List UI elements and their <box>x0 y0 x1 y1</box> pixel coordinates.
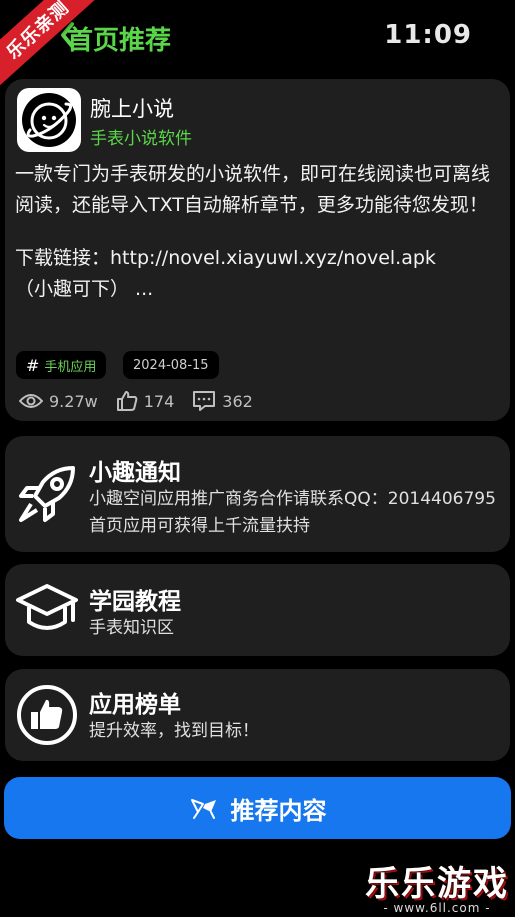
graduation-cap-icon <box>16 584 78 630</box>
comment-icon <box>193 391 216 411</box>
tutorial-text: 手表知识区 <box>89 618 174 638</box>
thumbs-up-icon <box>17 685 77 745</box>
app-subtitle: 手表小说软件 <box>90 129 192 149</box>
recommend-button[interactable]: 推荐内容 <box>4 777 511 839</box>
category-tag-label: 手机应用 <box>44 359 97 375</box>
clock: 11:09 <box>384 20 472 50</box>
comments-stat[interactable]: 362 <box>192 390 253 412</box>
download-note: （小趣可下） ... <box>15 278 154 300</box>
tutorial-card[interactable]: 学园教程 手表知识区 <box>5 564 510 656</box>
app-stats: 9.27w 174 362 <box>19 389 271 413</box>
site-watermark: 乐乐游戏 - www.6ll.com - <box>365 865 509 915</box>
app-name: 腕上小说 <box>90 97 174 121</box>
likes-stat[interactable]: 174 <box>116 390 175 412</box>
rocket-icon <box>19 466 75 522</box>
views-count: 9.27w <box>49 391 98 411</box>
watermark-text: 乐乐游戏 <box>365 864 509 904</box>
notice-card[interactable]: 小趣通知 小趣空间应用推广商务合作请联系QQ：2014406795 首页应用可获… <box>5 436 510 552</box>
eye-icon <box>19 394 43 408</box>
download-link[interactable]: 下载链接：http://novel.xiayuwl.xyz/novel.apk <box>15 243 503 274</box>
planet-logo-icon <box>22 93 76 147</box>
notice-title: 小趣通知 <box>89 460 181 486</box>
tutorial-title: 学园教程 <box>89 589 181 615</box>
date-tag: 2024-08-15 <box>123 351 219 379</box>
ranking-card[interactable]: 应用榜单 提升效率，找到目标！ <box>5 669 510 761</box>
recommend-button-label: 推荐内容 <box>230 796 327 825</box>
app-card[interactable]: 腕上小说 手表小说软件 一款专门为手表研发的小说软件，即可在线阅读也可离线阅读，… <box>5 79 510 421</box>
flags-icon <box>190 799 216 819</box>
date-tag-label: 2024-08-15 <box>133 357 209 373</box>
comments-count: 362 <box>222 391 253 411</box>
category-tag[interactable]: # 手机应用 <box>16 351 107 379</box>
watermark-url: - www.6ll.com - <box>383 901 491 915</box>
hash-icon: # <box>26 355 40 375</box>
ranking-text: 提升效率，找到目标！ <box>89 721 259 741</box>
notice-text: 小趣空间应用推广商务合作请联系QQ：2014406795 首页应用可获得上千流量… <box>89 489 496 536</box>
page-title: 首页推荐 <box>67 26 172 56</box>
like-icon <box>116 391 138 411</box>
app-icon <box>17 88 81 152</box>
app-description: 一款专门为手表研发的小说软件，即可在线阅读也可离线阅读，还能导入TXT自动解析章… <box>15 163 491 216</box>
views-stat: 9.27w <box>19 392 98 411</box>
likes-count: 174 <box>143 391 175 411</box>
header-bar: 首页推荐 11:09 乐乐亲测 <box>0 0 515 92</box>
app-description-block: 一款专门为手表研发的小说软件，即可在线阅读也可离线阅读，还能导入TXT自动解析章… <box>15 159 503 305</box>
ranking-title: 应用榜单 <box>89 692 181 718</box>
